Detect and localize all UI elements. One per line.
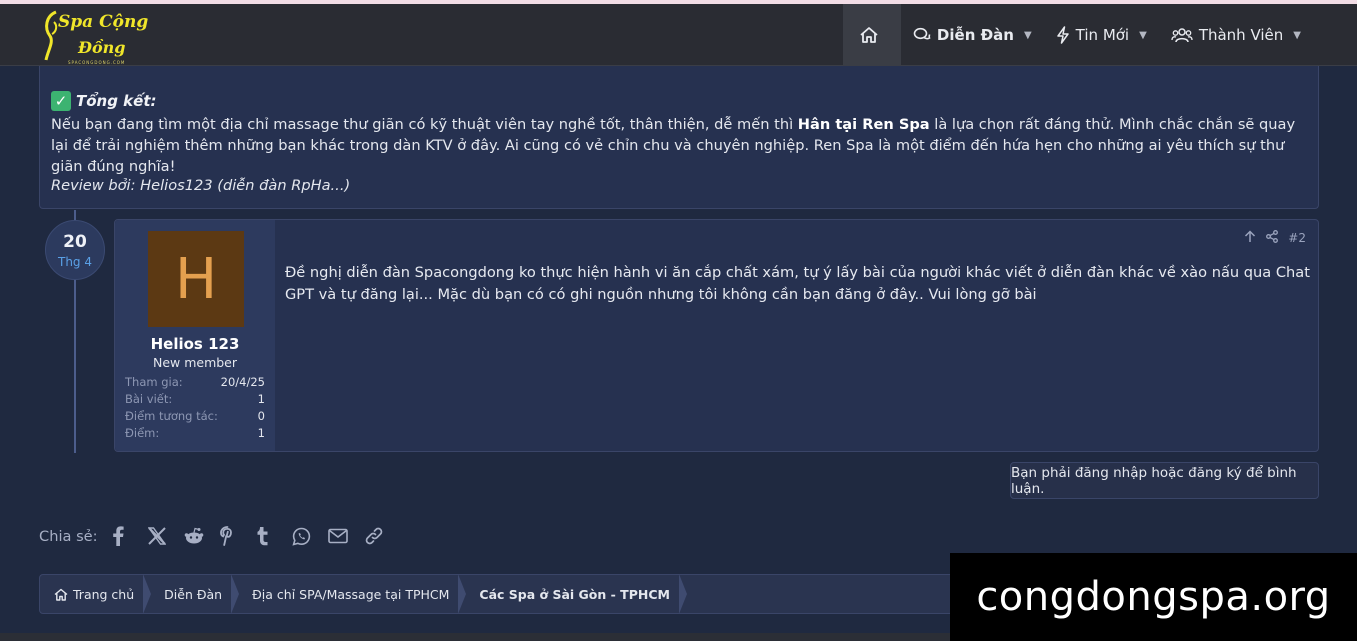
stat-reactions: Điểm tương tác: 0 bbox=[125, 408, 265, 425]
stat-points: Điểm: 1 bbox=[125, 425, 265, 442]
share-bar: Chia sẻ: bbox=[39, 524, 400, 548]
users-icon bbox=[1171, 27, 1193, 43]
user-stats: Tham gia: 20/4/25 Bài viết: 1 Điểm tương t… bbox=[125, 374, 265, 442]
nav-whats-new[interactable]: Tin Mới ▼ bbox=[1044, 4, 1159, 66]
link-icon[interactable] bbox=[364, 524, 400, 548]
breadcrumb-home-label: Trang chủ bbox=[73, 586, 135, 602]
nav-members-label: Thành Viên bbox=[1198, 26, 1284, 44]
logo-text-line3: SPACONGDONG.COM bbox=[68, 60, 126, 65]
nav-forums[interactable]: Diễn Đàn ▼ bbox=[901, 4, 1044, 66]
pinterest-icon[interactable] bbox=[219, 524, 256, 548]
date-day: 20 bbox=[63, 232, 87, 252]
nav-home[interactable] bbox=[842, 4, 901, 66]
nav-forums-label: Diễn Đàn bbox=[936, 26, 1014, 44]
stat-value: 0 bbox=[257, 409, 265, 423]
check-mark-icon: ✓ bbox=[51, 91, 71, 111]
bolt-icon bbox=[1056, 26, 1070, 44]
footer-strip bbox=[0, 633, 950, 641]
reply-post: H Helios 123 New member Tham gia: 20/4/25… bbox=[114, 219, 1319, 452]
user-title: New member bbox=[152, 355, 238, 370]
email-icon[interactable] bbox=[327, 524, 364, 548]
post-date-badge: 20 Thg 4 bbox=[45, 220, 105, 280]
main-nav: Diễn Đàn ▼ Tin Mới ▼ Thành Viên ▼ bbox=[842, 4, 1313, 66]
summary-text-part1: Nếu bạn đang tìm một địa chỉ massage thư… bbox=[51, 116, 798, 133]
breadcrumb-home[interactable]: Trang chủ bbox=[40, 575, 152, 613]
chevron-down-icon[interactable]: ▼ bbox=[1024, 30, 1032, 41]
stat-label: Tham gia: bbox=[125, 375, 183, 389]
logo-text-line1: Spa Cộng bbox=[58, 12, 149, 32]
date-month: Thg 4 bbox=[57, 255, 92, 269]
stat-value: 20/4/25 bbox=[220, 375, 265, 389]
arrow-up-icon[interactable] bbox=[1244, 230, 1256, 246]
post-actions: #2 bbox=[1244, 230, 1306, 246]
facebook-icon[interactable] bbox=[112, 524, 148, 548]
x-icon[interactable] bbox=[147, 524, 184, 548]
summary-paragraph: Nếu bạn đang tìm một địa chỉ massage thư… bbox=[51, 114, 1301, 177]
stat-posts: Bài viết: 1 bbox=[125, 391, 265, 408]
summary-heading: ✓ Tổng kết: bbox=[51, 91, 157, 111]
site-logo[interactable]: Spa Cộng Đồng SPACONGDONG.COM bbox=[42, 8, 148, 66]
home-icon bbox=[54, 588, 68, 601]
chevron-down-icon[interactable]: ▼ bbox=[1139, 30, 1147, 41]
site-header: Spa Cộng Đồng SPACONGDONG.COM Diễn Đàn ▼… bbox=[0, 4, 1357, 66]
reddit-icon[interactable] bbox=[184, 524, 220, 548]
stat-label: Điểm tương tác: bbox=[125, 409, 218, 423]
nav-whats-new-label: Tin Mới bbox=[1075, 26, 1130, 44]
review-credit: Review bởi: Helios123 (diễn đàn RpHa...) bbox=[51, 177, 351, 194]
home-icon bbox=[859, 26, 879, 44]
logo-text-line2: Đồng bbox=[78, 38, 126, 57]
whatsapp-icon[interactable] bbox=[292, 524, 328, 548]
reply-message: Đề nghị diễn đàn Spacongdong ko thực hiệ… bbox=[285, 264, 1310, 303]
stat-label: Bài viết: bbox=[125, 392, 173, 406]
breadcrumb-spa-hcm[interactable]: Địa chỉ SPA/Massage tại TPHCM bbox=[238, 575, 467, 613]
user-info-panel: H Helios 123 New member Tham gia: 20/4/25… bbox=[115, 220, 275, 451]
watermark: congdongspa.org bbox=[950, 553, 1357, 641]
stat-value: 1 bbox=[257, 426, 265, 440]
tumblr-icon[interactable] bbox=[256, 524, 292, 548]
summary-title: Tổng kết: bbox=[76, 92, 157, 110]
login-to-comment-button[interactable]: Bạn phải đăng nhập hoặc đăng ký để bình … bbox=[1010, 462, 1319, 499]
summary-text-bold: Hân tại Ren Spa bbox=[797, 116, 930, 133]
previous-post-body: ✓ Tổng kết: Nếu bạn đang tìm một địa chỉ… bbox=[39, 66, 1319, 209]
stat-joined: Tham gia: 20/4/25 bbox=[125, 374, 265, 391]
avatar[interactable]: H bbox=[148, 231, 244, 327]
stat-label: Điểm: bbox=[125, 426, 160, 440]
nav-members[interactable]: Thành Viên ▼ bbox=[1159, 4, 1313, 66]
breadcrumb-forums[interactable]: Diễn Đàn bbox=[150, 575, 240, 613]
chat-icon bbox=[913, 27, 931, 43]
watermark-text: congdongspa.org bbox=[976, 574, 1331, 620]
username-link[interactable]: Helios 123 bbox=[115, 335, 275, 353]
share-label: Chia sẻ: bbox=[39, 527, 98, 545]
breadcrumb-spa-saigon[interactable]: Các Spa ở Sài Gòn - TPHCM bbox=[465, 575, 687, 613]
post-number-link[interactable]: #2 bbox=[1288, 231, 1306, 245]
chevron-down-icon[interactable]: ▼ bbox=[1293, 30, 1301, 41]
share-icon[interactable] bbox=[1266, 230, 1279, 246]
stat-value: 1 bbox=[257, 392, 265, 406]
